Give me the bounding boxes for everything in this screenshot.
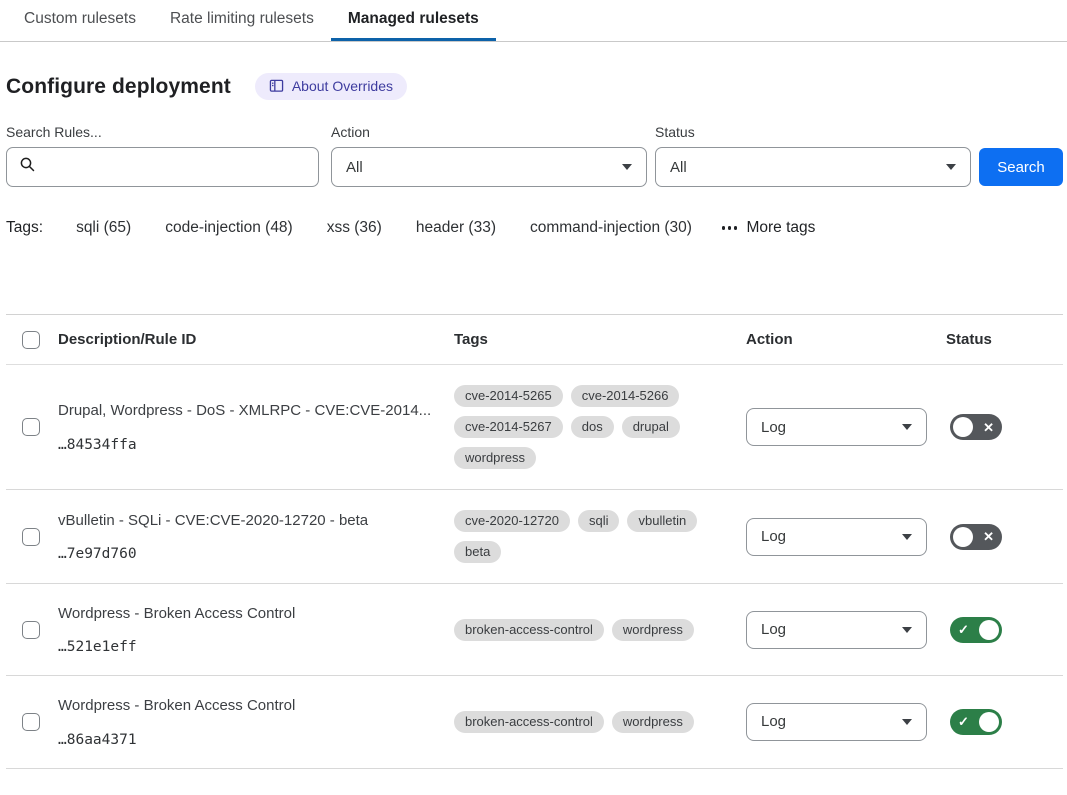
- rule-description: vBulletin - SQLi - CVE:CVE-2020-12720 - …: [58, 511, 436, 531]
- column-header-description: Description/Rule ID: [58, 331, 454, 348]
- x-icon: ✕: [978, 421, 999, 434]
- chevron-down-icon: [902, 534, 912, 540]
- chevron-down-icon: [622, 164, 632, 170]
- action-label: Action: [331, 124, 647, 140]
- tab-rate-limiting-rulesets[interactable]: Rate limiting rulesets: [153, 0, 331, 41]
- rule-id: …84534ffa: [58, 437, 436, 453]
- status-filter-select[interactable]: All: [655, 147, 971, 187]
- action-dropdown-value: Log: [761, 713, 786, 730]
- search-icon: [19, 156, 36, 178]
- action-dropdown[interactable]: Log: [746, 611, 927, 649]
- action-dropdown-value: Log: [761, 419, 786, 436]
- row-checkbox[interactable]: [22, 621, 40, 639]
- action-dropdown[interactable]: Log: [746, 703, 927, 741]
- rule-tags: broken-access-control wordpress: [454, 619, 746, 641]
- table-header-row: Description/Rule ID Tags Action Status: [6, 315, 1063, 365]
- chevron-down-icon: [946, 164, 956, 170]
- filters-row: Search Rules... Action All Status: [6, 124, 1063, 187]
- page-title: Configure deployment: [6, 75, 231, 99]
- rule-tags: broken-access-control wordpress: [454, 711, 746, 733]
- tag-pill: beta: [454, 541, 501, 563]
- chevron-down-icon: [902, 627, 912, 633]
- tab-bar: Custom rulesets Rate limiting rulesets M…: [0, 0, 1067, 42]
- rule-tags: cve-2014-5265 cve-2014-5266 cve-2014-5267 d…: [454, 385, 746, 469]
- tag-pill: drupal: [622, 416, 680, 438]
- tag-pill: cve-2014-5265: [454, 385, 563, 407]
- about-overrides-link[interactable]: About Overrides: [255, 73, 407, 100]
- rule-description: Wordpress - Broken Access Control: [58, 604, 436, 624]
- action-dropdown-value: Log: [761, 528, 786, 545]
- ellipsis-icon: [722, 226, 738, 230]
- tag-filter-link[interactable]: command-injection (30): [530, 219, 692, 237]
- toggle-knob: [979, 712, 999, 732]
- tags-bar: Tags: sqli (65) code-injection (48) xss …: [6, 219, 1063, 237]
- table-row: Wordpress - Broken Access Control …86aa4…: [6, 676, 1063, 768]
- status-toggle[interactable]: ✕: [950, 524, 1002, 550]
- tag-pill: dos: [571, 416, 614, 438]
- table-row: Drupal, Wordpress - DoS - XMLRPC - CVE:C…: [6, 365, 1063, 490]
- rule-id: …521e1eff: [58, 639, 436, 655]
- status-filter-value: All: [670, 159, 687, 176]
- action-filter-select[interactable]: All: [331, 147, 647, 187]
- page-header: Configure deployment About Overrides: [6, 73, 1063, 100]
- x-icon: ✕: [978, 530, 999, 543]
- tag-pill: cve-2014-5267: [454, 416, 563, 438]
- tag-pill: wordpress: [612, 711, 694, 733]
- table-row: vBulletin - SQLi - CVE:CVE-2020-12720 - …: [6, 490, 1063, 584]
- tag-pill: vbulletin: [627, 510, 697, 532]
- select-all-checkbox[interactable]: [22, 331, 40, 349]
- column-header-status: Status: [946, 331, 1063, 348]
- row-checkbox[interactable]: [22, 418, 40, 436]
- action-filter-value: All: [346, 159, 363, 176]
- book-icon: [269, 79, 284, 93]
- toggle-knob: [953, 417, 973, 437]
- rule-id: …7e97d760: [58, 546, 436, 562]
- tag-filter-link[interactable]: header (33): [416, 219, 496, 237]
- tag-filter-link[interactable]: code-injection (48): [165, 219, 293, 237]
- column-header-action: Action: [746, 331, 946, 348]
- status-toggle[interactable]: ✕: [950, 414, 1002, 440]
- rule-id: …86aa4371: [58, 732, 436, 748]
- tags-label: Tags:: [6, 219, 43, 237]
- chevron-down-icon: [902, 719, 912, 725]
- badge-label: About Overrides: [292, 78, 393, 94]
- tag-filter-link[interactable]: xss (36): [327, 219, 382, 237]
- search-button[interactable]: Search: [979, 148, 1063, 186]
- tag-pill: broken-access-control: [454, 619, 604, 641]
- chevron-down-icon: [902, 424, 912, 430]
- status-toggle[interactable]: ✓: [950, 617, 1002, 643]
- tab-managed-rulesets[interactable]: Managed rulesets: [331, 0, 496, 41]
- search-input-box[interactable]: [6, 147, 319, 187]
- rule-description: Drupal, Wordpress - DoS - XMLRPC - CVE:C…: [58, 401, 436, 421]
- tag-pill: broken-access-control: [454, 711, 604, 733]
- toggle-knob: [953, 527, 973, 547]
- tag-pill: wordpress: [454, 447, 536, 469]
- action-dropdown-value: Log: [761, 621, 786, 638]
- tag-pill: sqli: [578, 510, 620, 532]
- toggle-knob: [979, 620, 999, 640]
- column-header-tags: Tags: [454, 331, 746, 348]
- more-tags-label: More tags: [746, 219, 815, 237]
- tag-pill: cve-2020-12720: [454, 510, 570, 532]
- table-row: Wordpress - Broken Access Control …521e1…: [6, 584, 1063, 676]
- row-checkbox[interactable]: [22, 713, 40, 731]
- tag-filter-link[interactable]: sqli (65): [76, 219, 131, 237]
- action-dropdown[interactable]: Log: [746, 408, 927, 446]
- rule-description: Wordpress - Broken Access Control: [58, 696, 436, 716]
- status-toggle[interactable]: ✓: [950, 709, 1002, 735]
- more-tags-button[interactable]: More tags: [722, 219, 815, 237]
- tag-pill: cve-2014-5266: [571, 385, 680, 407]
- rules-table: Description/Rule ID Tags Action Status D…: [6, 314, 1063, 769]
- check-icon: ✓: [953, 715, 974, 728]
- search-label: Search Rules...: [6, 124, 319, 140]
- status-label: Status: [655, 124, 971, 140]
- action-dropdown[interactable]: Log: [746, 518, 927, 556]
- tag-pill: wordpress: [612, 619, 694, 641]
- tab-custom-rulesets[interactable]: Custom rulesets: [7, 0, 153, 41]
- check-icon: ✓: [953, 623, 974, 636]
- rule-tags: cve-2020-12720 sqli vbulletin beta: [454, 510, 746, 563]
- search-input[interactable]: [45, 159, 306, 176]
- row-checkbox[interactable]: [22, 528, 40, 546]
